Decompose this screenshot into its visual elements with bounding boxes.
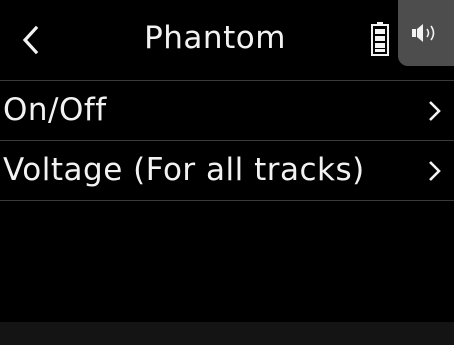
chevron-right-icon bbox=[429, 161, 441, 181]
menu-list: On/Off Voltage (For all tracks) bbox=[0, 80, 454, 200]
menu-item-voltage[interactable]: Voltage (For all tracks) bbox=[0, 140, 454, 200]
list-divider bbox=[0, 200, 454, 201]
footer-bar bbox=[0, 322, 454, 345]
menu-item-label: Voltage (For all tracks) bbox=[3, 152, 365, 188]
page-title: Phantom bbox=[144, 20, 286, 56]
back-button[interactable] bbox=[12, 18, 56, 62]
speaker-icon bbox=[412, 24, 435, 42]
header-bar: Phantom bbox=[0, 0, 454, 80]
battery-icon bbox=[371, 22, 389, 56]
chevron-right-icon bbox=[429, 101, 441, 121]
speaker-button[interactable] bbox=[398, 0, 454, 66]
chevron-left-icon bbox=[22, 25, 39, 55]
menu-item-on-off[interactable]: On/Off bbox=[0, 80, 454, 140]
menu-item-label: On/Off bbox=[3, 92, 107, 128]
